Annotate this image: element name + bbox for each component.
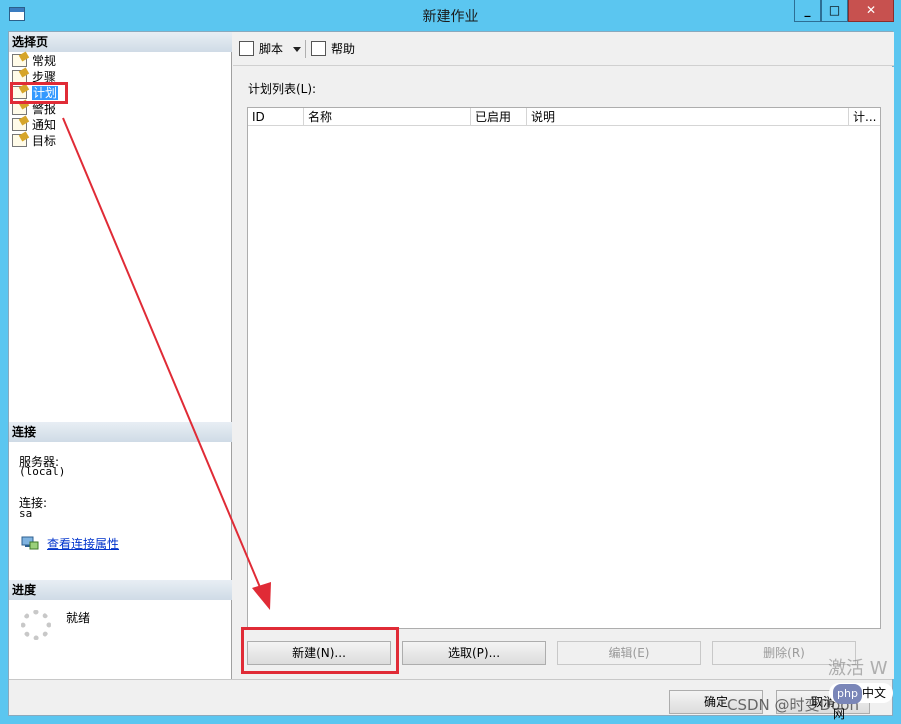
page-properties-icon — [12, 118, 27, 131]
column-header-description[interactable]: 说明 — [527, 108, 849, 126]
dialog-body: 选择页 常规 步骤 计划 警报 通知 目标 连接 服务器: (local) 连接… — [8, 31, 894, 716]
server-value: (local) — [19, 465, 66, 478]
maximize-button[interactable]: □ — [821, 0, 848, 22]
progress-spinner-icon — [21, 610, 51, 640]
help-button[interactable]: 帮助 — [311, 40, 355, 58]
close-button[interactable]: ✕ — [848, 0, 894, 22]
progress-status: 就绪 — [66, 611, 91, 625]
schedules-page: 计划列表(L): ID 名称 已启用 说明 计... 新建(N)... 选取(P… — [233, 67, 894, 679]
column-header-name[interactable]: 名称 — [304, 108, 471, 126]
page-item-label: 警报 — [32, 102, 57, 116]
script-button[interactable]: 脚本 — [239, 40, 283, 58]
annotation-highlight-new-button — [241, 627, 399, 674]
window-title: 新建作业 — [422, 9, 479, 25]
column-header-id[interactable]: ID — [248, 108, 304, 126]
minimize-button[interactable]: _ — [794, 0, 821, 22]
view-connection-properties-link[interactable]: 查看连接属性 — [47, 535, 119, 552]
page-item-notifications[interactable]: 通知 — [12, 117, 56, 133]
chevron-down-icon[interactable] — [293, 47, 301, 52]
toolbar-separator — [305, 40, 306, 58]
script-button-label: 脚本 — [259, 42, 284, 56]
new-job-window: 新建作业 _ □ ✕ 选择页 常规 步骤 计划 警报 通知 目标 连接 服务器:… — [0, 0, 901, 724]
script-icon — [239, 41, 254, 56]
page-item-targets[interactable]: 目标 — [12, 133, 56, 149]
pick-schedule-button[interactable]: 选取(P)... — [402, 641, 546, 665]
page-item-label: 通知 — [32, 118, 57, 132]
activation-watermark: 激活 W — [828, 658, 888, 679]
toolbar: 脚本 帮助 — [233, 32, 894, 66]
php-badge: php 中文网 — [829, 683, 893, 721]
edit-schedule-button[interactable]: 编辑(E) — [557, 641, 701, 665]
page-item-label: 目标 — [32, 134, 57, 148]
select-page-header: 选择页 — [9, 32, 232, 52]
title-bar: 新建作业 _ □ ✕ — [0, 0, 901, 30]
connection-value: sa — [19, 507, 33, 520]
help-button-label: 帮助 — [331, 42, 356, 56]
help-icon — [311, 41, 326, 56]
schedule-list-label: 计划列表(L): — [248, 82, 317, 96]
php-logo: php — [833, 684, 862, 704]
progress-header: 进度 — [9, 580, 232, 600]
page-item-general[interactable]: 常规 — [12, 53, 56, 69]
schedule-list-header: ID 名称 已启用 说明 计... — [248, 108, 880, 126]
page-item-label: 常规 — [32, 54, 57, 68]
connection-header: 连接 — [9, 422, 232, 442]
column-header-schedule[interactable]: 计... — [849, 108, 880, 126]
schedule-list[interactable]: ID 名称 已启用 说明 计... — [247, 107, 881, 629]
connection-properties-icon — [21, 536, 39, 550]
column-header-enabled[interactable]: 已启用 — [471, 108, 527, 126]
page-properties-icon — [12, 134, 27, 147]
right-panel: 脚本 帮助 计划列表(L): ID 名称 已启用 说明 计... 新建(N)..… — [233, 32, 894, 679]
page-properties-icon — [12, 54, 27, 67]
left-panel: 选择页 常规 步骤 计划 警报 通知 目标 连接 服务器: (local) 连接… — [9, 32, 232, 679]
annotation-highlight-schedules — [10, 82, 68, 104]
